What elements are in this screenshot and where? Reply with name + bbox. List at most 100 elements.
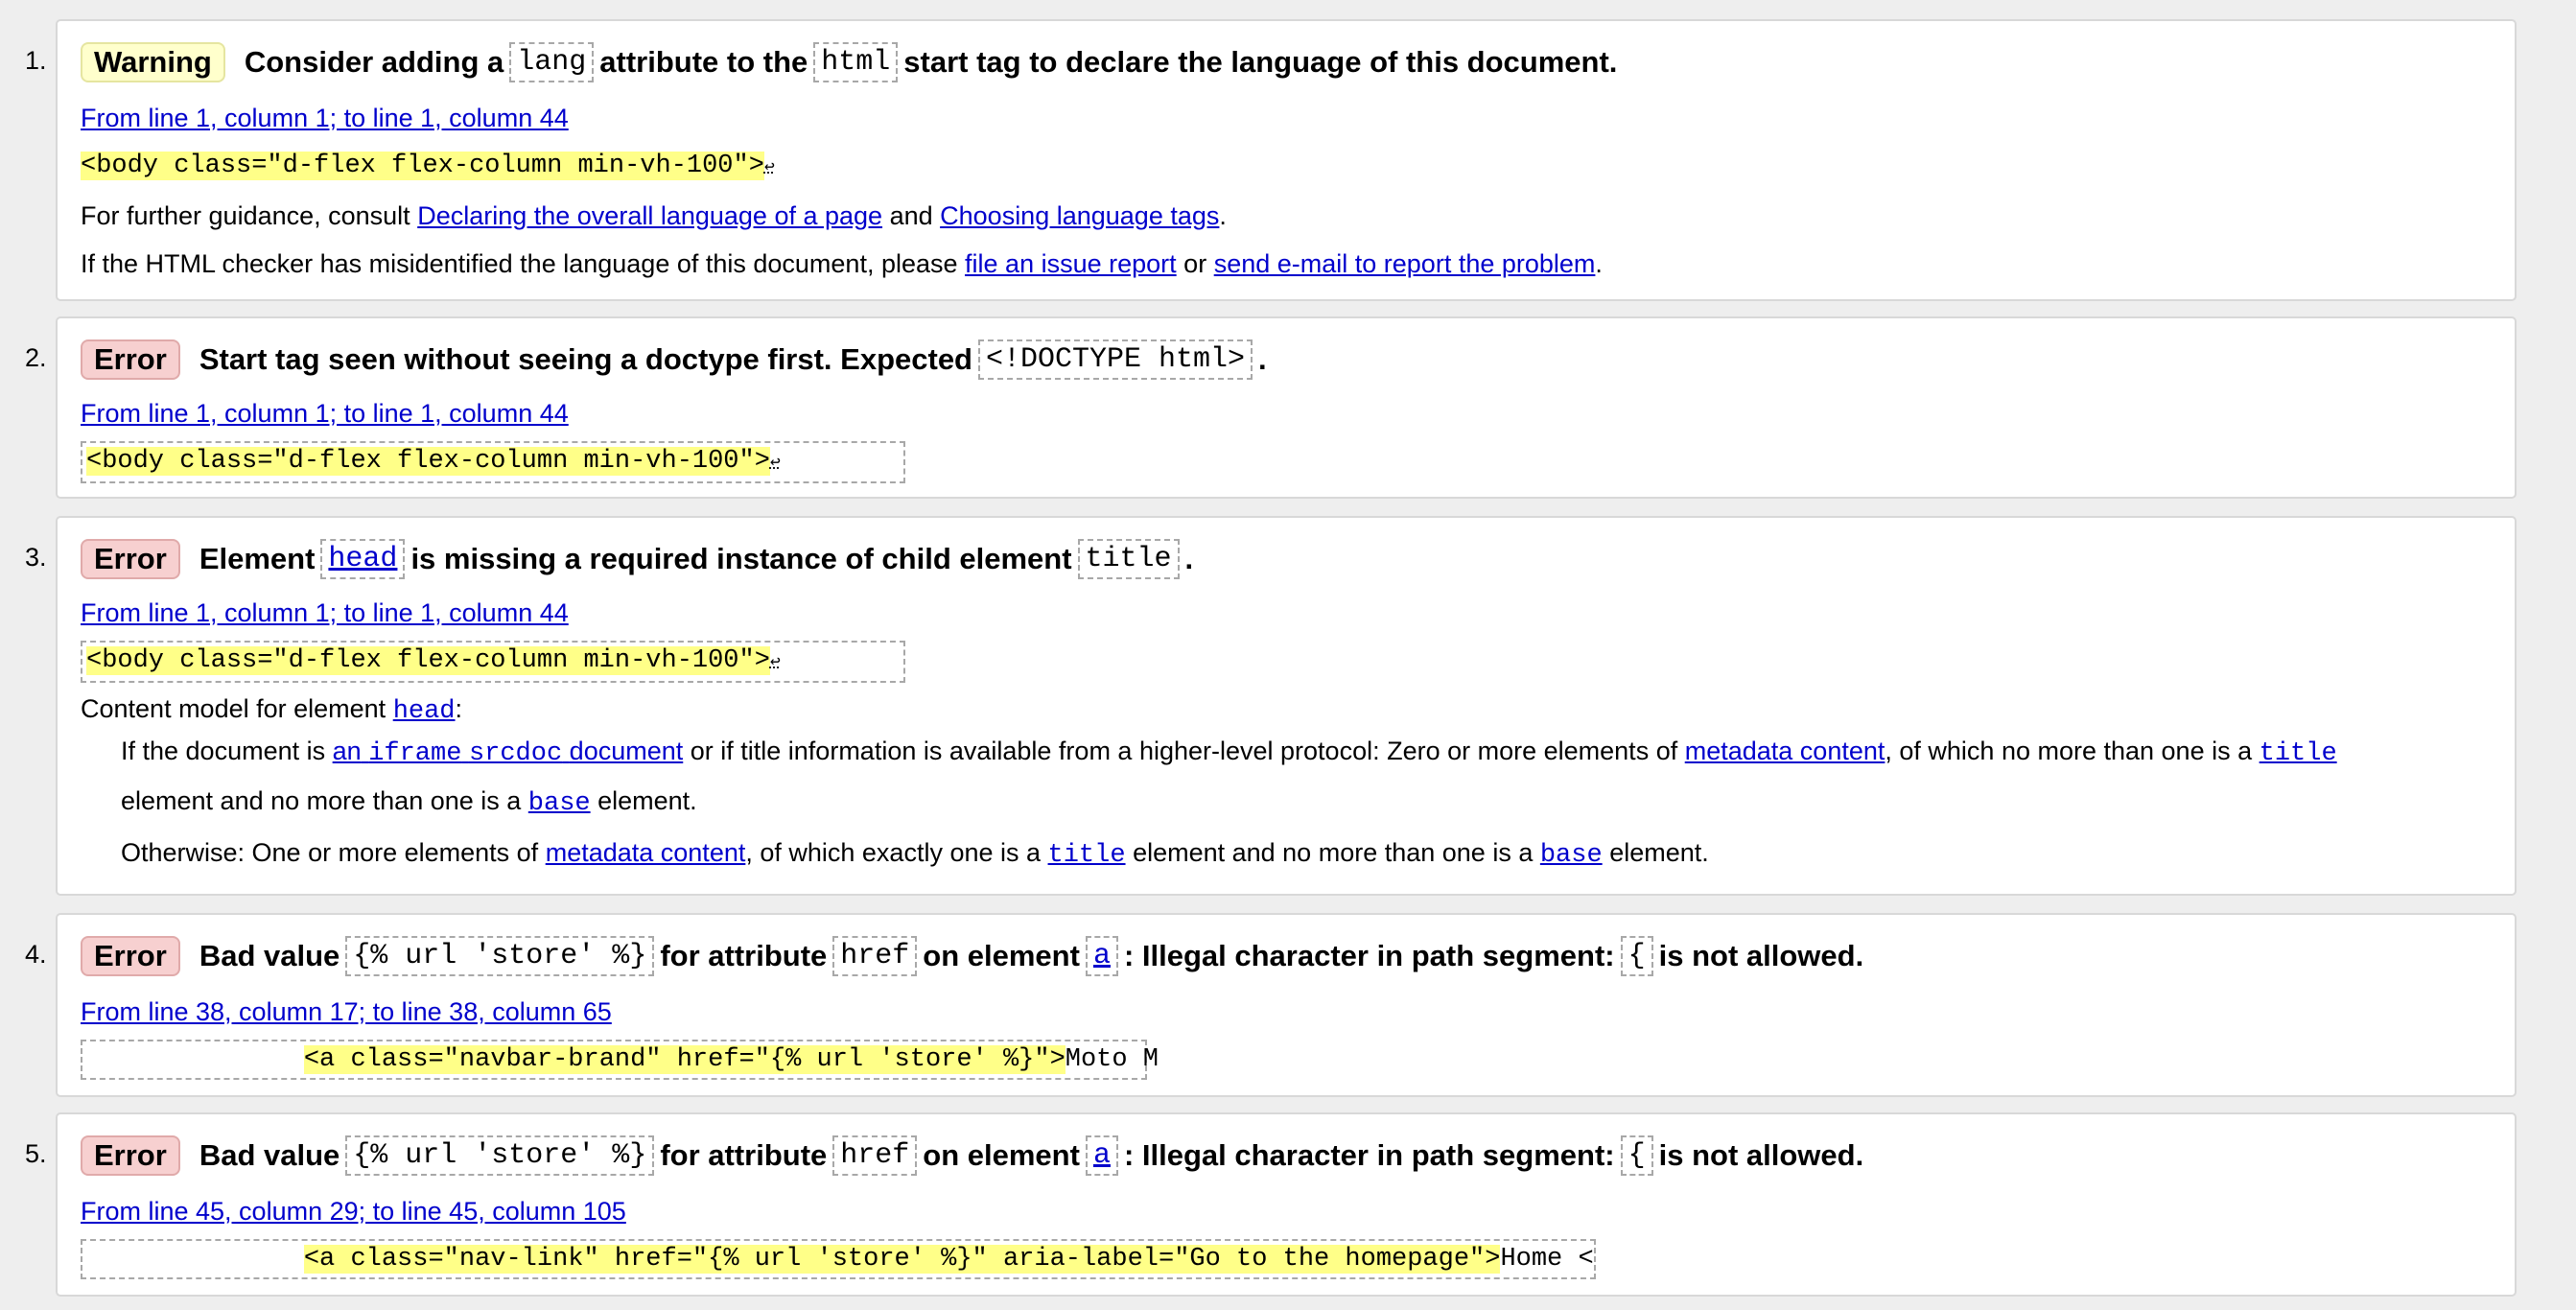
link-part: iframe bbox=[368, 739, 462, 768]
link-title-element[interactable]: title bbox=[1048, 841, 1126, 870]
location-link[interactable]: From line 1, column 1; to line 1, column… bbox=[81, 597, 569, 629]
report-paragraph: If the HTML checker has misidentified th… bbox=[81, 247, 1603, 280]
report-text: If the HTML checker has misidentified th… bbox=[81, 249, 958, 278]
error-badge: Error bbox=[81, 539, 180, 579]
cm-text: element. bbox=[597, 786, 697, 815]
report-text: . bbox=[1595, 249, 1603, 278]
error-badge: Error bbox=[81, 1135, 180, 1176]
extract-trailing: Moto M bbox=[1065, 1045, 1159, 1074]
headline-text: on element bbox=[923, 939, 1080, 972]
content-model-text: Content model for element bbox=[81, 694, 386, 723]
extract-highlight: <body class="d-flex flex-column min-vh-1… bbox=[81, 152, 764, 180]
link-a-element[interactable]: a bbox=[1093, 1139, 1111, 1172]
cm-text: Otherwise: One or more elements of bbox=[121, 838, 539, 867]
code-bad-value: {% url 'store' %} bbox=[345, 1135, 655, 1176]
guidance-text: For further guidance, consult bbox=[81, 201, 410, 230]
extract-highlight: <a class="nav-link" href="{% url 'store'… bbox=[303, 1245, 1501, 1274]
guidance-paragraph: For further guidance, consult Declaring … bbox=[81, 199, 1227, 232]
headline-text: for attribute bbox=[660, 939, 828, 972]
code-extract: <a class="nav-link" href="{% url 'store'… bbox=[81, 1239, 1596, 1279]
headline-text: : Illegal character in path segment: bbox=[1123, 939, 1615, 972]
code-brace: { bbox=[1620, 1135, 1653, 1176]
code-head: head bbox=[320, 539, 406, 579]
content-model-text: : bbox=[455, 694, 463, 723]
warning-badge: Warning bbox=[81, 42, 225, 82]
location-link[interactable]: From line 38, column 17; to line 38, col… bbox=[81, 995, 612, 1028]
extract-highlight: <body class="d-flex flex-column min-vh-1… bbox=[86, 646, 770, 675]
link-head[interactable]: head bbox=[328, 543, 397, 575]
link-base-element[interactable]: base bbox=[528, 789, 591, 818]
link-choosing-tags[interactable]: Choosing language tags bbox=[940, 201, 1219, 230]
cm-text: If the document is bbox=[121, 737, 326, 765]
guidance-text: . bbox=[1219, 201, 1227, 230]
extract-indent bbox=[86, 1245, 304, 1274]
message-number: 4. bbox=[25, 940, 47, 969]
message-headline: Warning Consider adding a lang attribute… bbox=[81, 42, 1617, 82]
cm-text: , of which exactly one is a bbox=[745, 838, 1042, 867]
message-headline: Error Element head is missing a required… bbox=[81, 539, 1193, 579]
code-doctype: <!DOCTYPE html> bbox=[978, 339, 1253, 380]
headline-text: Element bbox=[199, 542, 316, 575]
link-head-element[interactable]: head bbox=[393, 697, 456, 726]
link-metadata-content[interactable]: metadata content bbox=[546, 838, 746, 867]
code-a: a bbox=[1085, 936, 1118, 976]
extract-indent bbox=[86, 1045, 304, 1074]
link-base-element[interactable]: base bbox=[1540, 841, 1603, 870]
cm-text: , of which no more than one is a bbox=[1885, 737, 2253, 765]
message-error-3: 3. Error Element head is missing a requi… bbox=[25, 516, 2517, 896]
link-iframe-srcdoc[interactable]: an iframe srcdoc document bbox=[332, 737, 684, 768]
cm-text: element and no more than one is a bbox=[1133, 838, 1534, 867]
message-number: 5. bbox=[25, 1139, 47, 1168]
guidance-text: and bbox=[889, 201, 933, 230]
headline-text: Start tag seen without seeing a doctype … bbox=[199, 342, 972, 376]
extract-highlight: <a class="navbar-brand" href="{% url 'st… bbox=[303, 1045, 1066, 1074]
code-brace: { bbox=[1620, 936, 1653, 976]
line-feed-icon: ↩ bbox=[769, 454, 781, 473]
headline-text: start tag to declare the language of thi… bbox=[903, 45, 1618, 79]
code-extract: <body class="d-flex flex-column min-vh-1… bbox=[81, 148, 775, 186]
headline-text: is missing a required instance of child … bbox=[410, 542, 1072, 575]
link-part: an bbox=[332, 737, 362, 765]
link-metadata-content[interactable]: metadata content bbox=[1685, 737, 1885, 765]
cm-text: or if title information is available fro… bbox=[690, 737, 1678, 765]
link-file-issue[interactable]: file an issue report bbox=[965, 249, 1177, 278]
headline-text: for attribute bbox=[660, 1138, 828, 1172]
code-bad-value: {% url 'store' %} bbox=[345, 936, 655, 976]
headline-text: Bad value bbox=[199, 939, 340, 972]
location-link[interactable]: From line 45, column 29; to line 45, col… bbox=[81, 1195, 626, 1228]
content-model-heading: Content model for element head: bbox=[81, 692, 462, 728]
link-a-element[interactable]: a bbox=[1093, 940, 1111, 972]
cm-text: element. bbox=[1609, 838, 1709, 867]
message-error-4: 4. Error Bad value {% url 'store' %} for… bbox=[25, 913, 2517, 1097]
message-error-5: 5. Error Bad value {% url 'store' %} for… bbox=[25, 1112, 2517, 1297]
error-badge: Error bbox=[81, 339, 180, 380]
report-text: or bbox=[1183, 249, 1207, 278]
headline-text: on element bbox=[923, 1138, 1080, 1172]
code-title: title bbox=[1077, 539, 1180, 579]
headline-text: is not allowed. bbox=[1658, 939, 1864, 972]
link-declaring-language[interactable]: Declaring the overall language of a page bbox=[417, 201, 882, 230]
headline-text: . bbox=[1258, 342, 1267, 376]
message-number: 2. bbox=[25, 343, 47, 372]
content-model-line-3: Otherwise: One or more elements of metad… bbox=[121, 836, 1709, 872]
location-link[interactable]: From line 1, column 1; to line 1, column… bbox=[81, 102, 569, 134]
headline-text: Bad value bbox=[199, 1138, 340, 1172]
code-href: href bbox=[832, 936, 918, 976]
extract-trailing: Home < bbox=[1500, 1245, 1594, 1274]
code-extract: <a class="navbar-brand" href="{% url 'st… bbox=[81, 1040, 1159, 1080]
code-a: a bbox=[1085, 1135, 1118, 1176]
code-html: html bbox=[813, 42, 899, 82]
headline-text: attribute to the bbox=[599, 45, 808, 79]
location-link[interactable]: From line 1, column 1; to line 1, column… bbox=[81, 397, 569, 430]
headline-text: : Illegal character in path segment: bbox=[1123, 1138, 1615, 1172]
link-title-element[interactable]: title bbox=[2260, 739, 2337, 768]
message-number: 1. bbox=[25, 46, 47, 75]
code-extract: <body class="d-flex flex-column min-vh-1… bbox=[81, 441, 905, 483]
link-part: srcdoc bbox=[468, 739, 563, 768]
link-send-email[interactable]: send e-mail to report the problem bbox=[1214, 249, 1596, 278]
cm-text: element and no more than one is a bbox=[121, 786, 522, 815]
link-part: document bbox=[569, 737, 684, 765]
error-badge: Error bbox=[81, 936, 180, 976]
message-warning-1: 1. Warning Consider adding a lang attrib… bbox=[25, 19, 2517, 301]
message-number: 3. bbox=[25, 543, 47, 572]
